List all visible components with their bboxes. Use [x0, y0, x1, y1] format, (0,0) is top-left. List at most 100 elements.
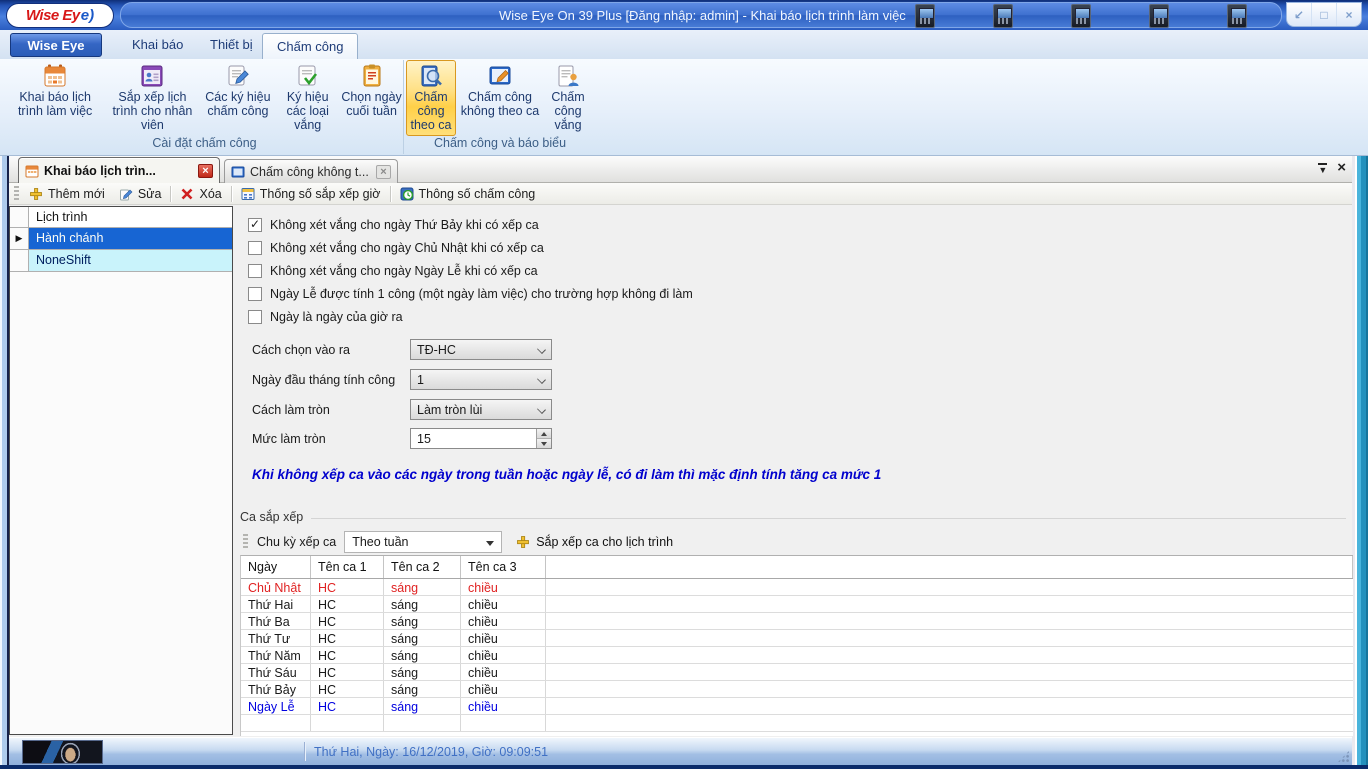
ribbon-button-label: Chấm công không theo ca	[457, 90, 543, 118]
shift-section-header: Ca sắp xếp	[240, 510, 1346, 524]
main-region: Khai báo lịch trìn... × Chấm công không …	[9, 156, 1352, 765]
close-button[interactable]: ×	[1337, 3, 1361, 26]
table-row-monday[interactable]: Thứ Hai HC sáng chiều	[241, 596, 1353, 613]
add-new-button[interactable]: Thêm mới	[22, 184, 112, 204]
edit-button[interactable]: Sửa	[112, 184, 169, 204]
checkbox-box[interactable]: ✓	[248, 264, 262, 278]
doc-tab-close-icon[interactable]: ×	[376, 165, 391, 179]
checkbox-box[interactable]: ✓	[248, 287, 262, 301]
ribbon-button-cham-cong-theo-ca[interactable]: Chấm công theo ca	[406, 60, 456, 136]
column-header[interactable]: Tên ca 1	[311, 556, 384, 578]
ribbon-group-label: Cài đặt chấm công	[6, 136, 403, 153]
tab-list-dropdown-icon[interactable]: ▼	[1318, 163, 1327, 174]
time-grid-icon	[241, 187, 255, 201]
schedule-row-noneshift[interactable]: NoneShift	[10, 250, 232, 272]
doc-tab-cham-cong-khong-theo-ca[interactable]: Chấm công không t... ×	[224, 159, 398, 183]
chevron-down-icon	[537, 345, 546, 354]
ribbon-button-khai-bao-lich-trinh[interactable]: Khai báo lịch trình làm việc	[6, 60, 104, 136]
schedule-list-header: Lịch trình	[10, 207, 232, 228]
doc-tab-close-icon[interactable]: ×	[198, 164, 213, 178]
cell-empty	[461, 715, 546, 731]
combo-value: Làm tròn lùi	[417, 403, 482, 417]
arrange-shift-button[interactable]: Sắp xếp ca cho lịch trình	[516, 535, 673, 549]
doc-tab-khai-bao-lich-trinh[interactable]: Khai báo lịch trìn... ×	[18, 157, 220, 183]
column-header[interactable]: Tên ca 3	[461, 556, 546, 578]
checkbox-holiday[interactable]: ✓ Không xét vắng cho ngày Ngày Lễ khi có…	[248, 263, 538, 279]
column-header[interactable]: Ngày	[241, 556, 311, 578]
cell-shift2: sáng	[384, 681, 461, 697]
spinner-up-icon[interactable]	[537, 429, 551, 439]
cell-shift1: HC	[311, 579, 384, 595]
toolbar-grip[interactable]	[243, 534, 248, 550]
chevron-down-icon	[537, 375, 546, 384]
checkbox-day-of-out-time[interactable]: ✓ Ngày là ngày của giờ ra	[248, 309, 403, 325]
checkbox-box[interactable]: ✓	[248, 218, 262, 232]
checkbox-sunday[interactable]: ✓ Không xét vắng cho ngày Chủ Nhật khi c…	[248, 240, 544, 256]
toolbar-grip[interactable]	[14, 186, 19, 202]
shift-section-title: Ca sắp xếp	[240, 510, 303, 524]
tab-cham-cong[interactable]: Chấm công	[262, 33, 358, 59]
checkbox-label: Không xét vắng cho ngày Chủ Nhật khi có …	[270, 241, 544, 255]
ribbon-button-cham-cong-khong-theo-ca[interactable]: Chấm công không theo ca	[456, 60, 544, 136]
time-params-button[interactable]: Thống số sắp xếp giờ	[234, 184, 388, 204]
minimize-button[interactable]: ↙	[1287, 3, 1312, 26]
ribbon-button-label: Sắp xếp lịch trình cho nhân viên	[105, 90, 199, 132]
checkbox-box[interactable]: ✓	[248, 310, 262, 324]
ribbon-button-ky-hieu-vang[interactable]: Ký hiệu các loại vắng	[275, 60, 340, 136]
tab-thiet-bi[interactable]: Thiết bị	[196, 34, 267, 56]
ribbon-button-sap-xep-lich-trinh[interactable]: Sắp xếp lịch trình cho nhân viên	[104, 60, 200, 136]
tab-khai-bao[interactable]: Khai báo	[118, 34, 197, 56]
combo-cach-lam-tron[interactable]: Làm tròn lùi	[410, 399, 552, 420]
attendance-device-icon	[1071, 4, 1091, 28]
table-row-holiday[interactable]: Ngày Lễ HC sáng chiều	[241, 698, 1353, 715]
ribbon-button-label: Chọn ngày cuối tuần	[341, 90, 402, 118]
attendance-device-icon	[1227, 4, 1247, 28]
cell-filler	[546, 664, 1353, 680]
ribbon-tab-row: Wise Eye Khai báo Thiết bị Chấm công	[0, 30, 1368, 59]
table-row-sunday[interactable]: Chủ Nhật HC sáng chiều	[241, 579, 1353, 596]
combo-ngay-dau-thang[interactable]: 1	[410, 369, 552, 390]
clipboard-icon	[359, 63, 385, 89]
book-magnifier-icon	[418, 63, 444, 89]
toolbar-separator	[231, 186, 232, 202]
table-row-wednesday[interactable]: Thứ Tư HC sáng chiều	[241, 630, 1353, 647]
cell-shift2: sáng	[384, 664, 461, 680]
ribbon-group-label: Chấm công và báo biểu	[406, 136, 594, 153]
tab-wise-eye[interactable]: Wise Eye	[10, 33, 102, 57]
add-icon	[29, 187, 43, 201]
column-header[interactable]: Tên ca 2	[384, 556, 461, 578]
spinner-down-icon[interactable]	[537, 439, 551, 448]
combo-cach-chon-vao-ra[interactable]: TĐ-HC	[410, 339, 552, 360]
shift-table: Ngày Tên ca 1 Tên ca 2 Tên ca 3 Chủ Nhật…	[240, 555, 1353, 736]
spinner-muc-lam-tron[interactable]: 15	[410, 428, 552, 449]
close-document-icon[interactable]: ×	[1337, 162, 1346, 174]
table-row-saturday[interactable]: Thứ Bảy HC sáng chiều	[241, 681, 1353, 698]
attendance-params-label: Thông số chấm công	[419, 187, 536, 201]
resize-grip[interactable]	[1337, 750, 1350, 763]
cell-shift1: HC	[311, 630, 384, 646]
cycle-combo[interactable]: Theo tuần	[344, 531, 502, 553]
checkbox-box[interactable]: ✓	[248, 241, 262, 255]
cell-shift3: chiều	[461, 630, 546, 646]
cell-filler	[546, 715, 1353, 731]
attendance-params-button[interactable]: Thông số chấm công	[393, 184, 543, 204]
table-row-friday[interactable]: Thứ Sáu HC sáng chiều	[241, 664, 1353, 681]
table-row-tuesday[interactable]: Thứ Ba HC sáng chiều	[241, 613, 1353, 630]
app-logo[interactable]: Wise Eye)	[6, 3, 114, 28]
ribbon-button-ky-hieu-cham-cong[interactable]: Các ký hiệu chấm công	[201, 60, 276, 136]
cell-shift3: chiều	[461, 698, 546, 714]
checkbox-saturday[interactable]: ✓ Không xét vắng cho ngày Thứ Bảy khi có…	[248, 217, 539, 233]
ribbon-button-label: Chấm công vắng	[545, 90, 591, 132]
window-border-right	[1352, 156, 1368, 765]
table-row-thursday[interactable]: Thứ Năm HC sáng chiều	[241, 647, 1353, 664]
content-area: Lịch trình ▶ Hành chánh NoneShift ✓ Khôn…	[9, 205, 1352, 737]
maximize-button[interactable]: □	[1312, 3, 1337, 26]
schedule-row-hanh-chanh[interactable]: ▶ Hành chánh	[10, 228, 232, 250]
ribbon-button-chon-ngay-cuoi-tuan[interactable]: Chọn ngày cuối tuần	[340, 60, 403, 136]
toolbar-separator	[170, 186, 171, 202]
document-tab-bar: Khai báo lịch trìn... × Chấm công không …	[9, 156, 1352, 183]
delete-button[interactable]: Xóa	[173, 184, 228, 204]
ribbon-button-cham-cong-vang[interactable]: Chấm công vắng	[544, 60, 592, 136]
checkbox-holiday-paid[interactable]: ✓ Ngày Lễ được tính 1 công (một ngày làm…	[248, 286, 693, 302]
arrange-shift-label: Sắp xếp ca cho lịch trình	[536, 535, 673, 549]
